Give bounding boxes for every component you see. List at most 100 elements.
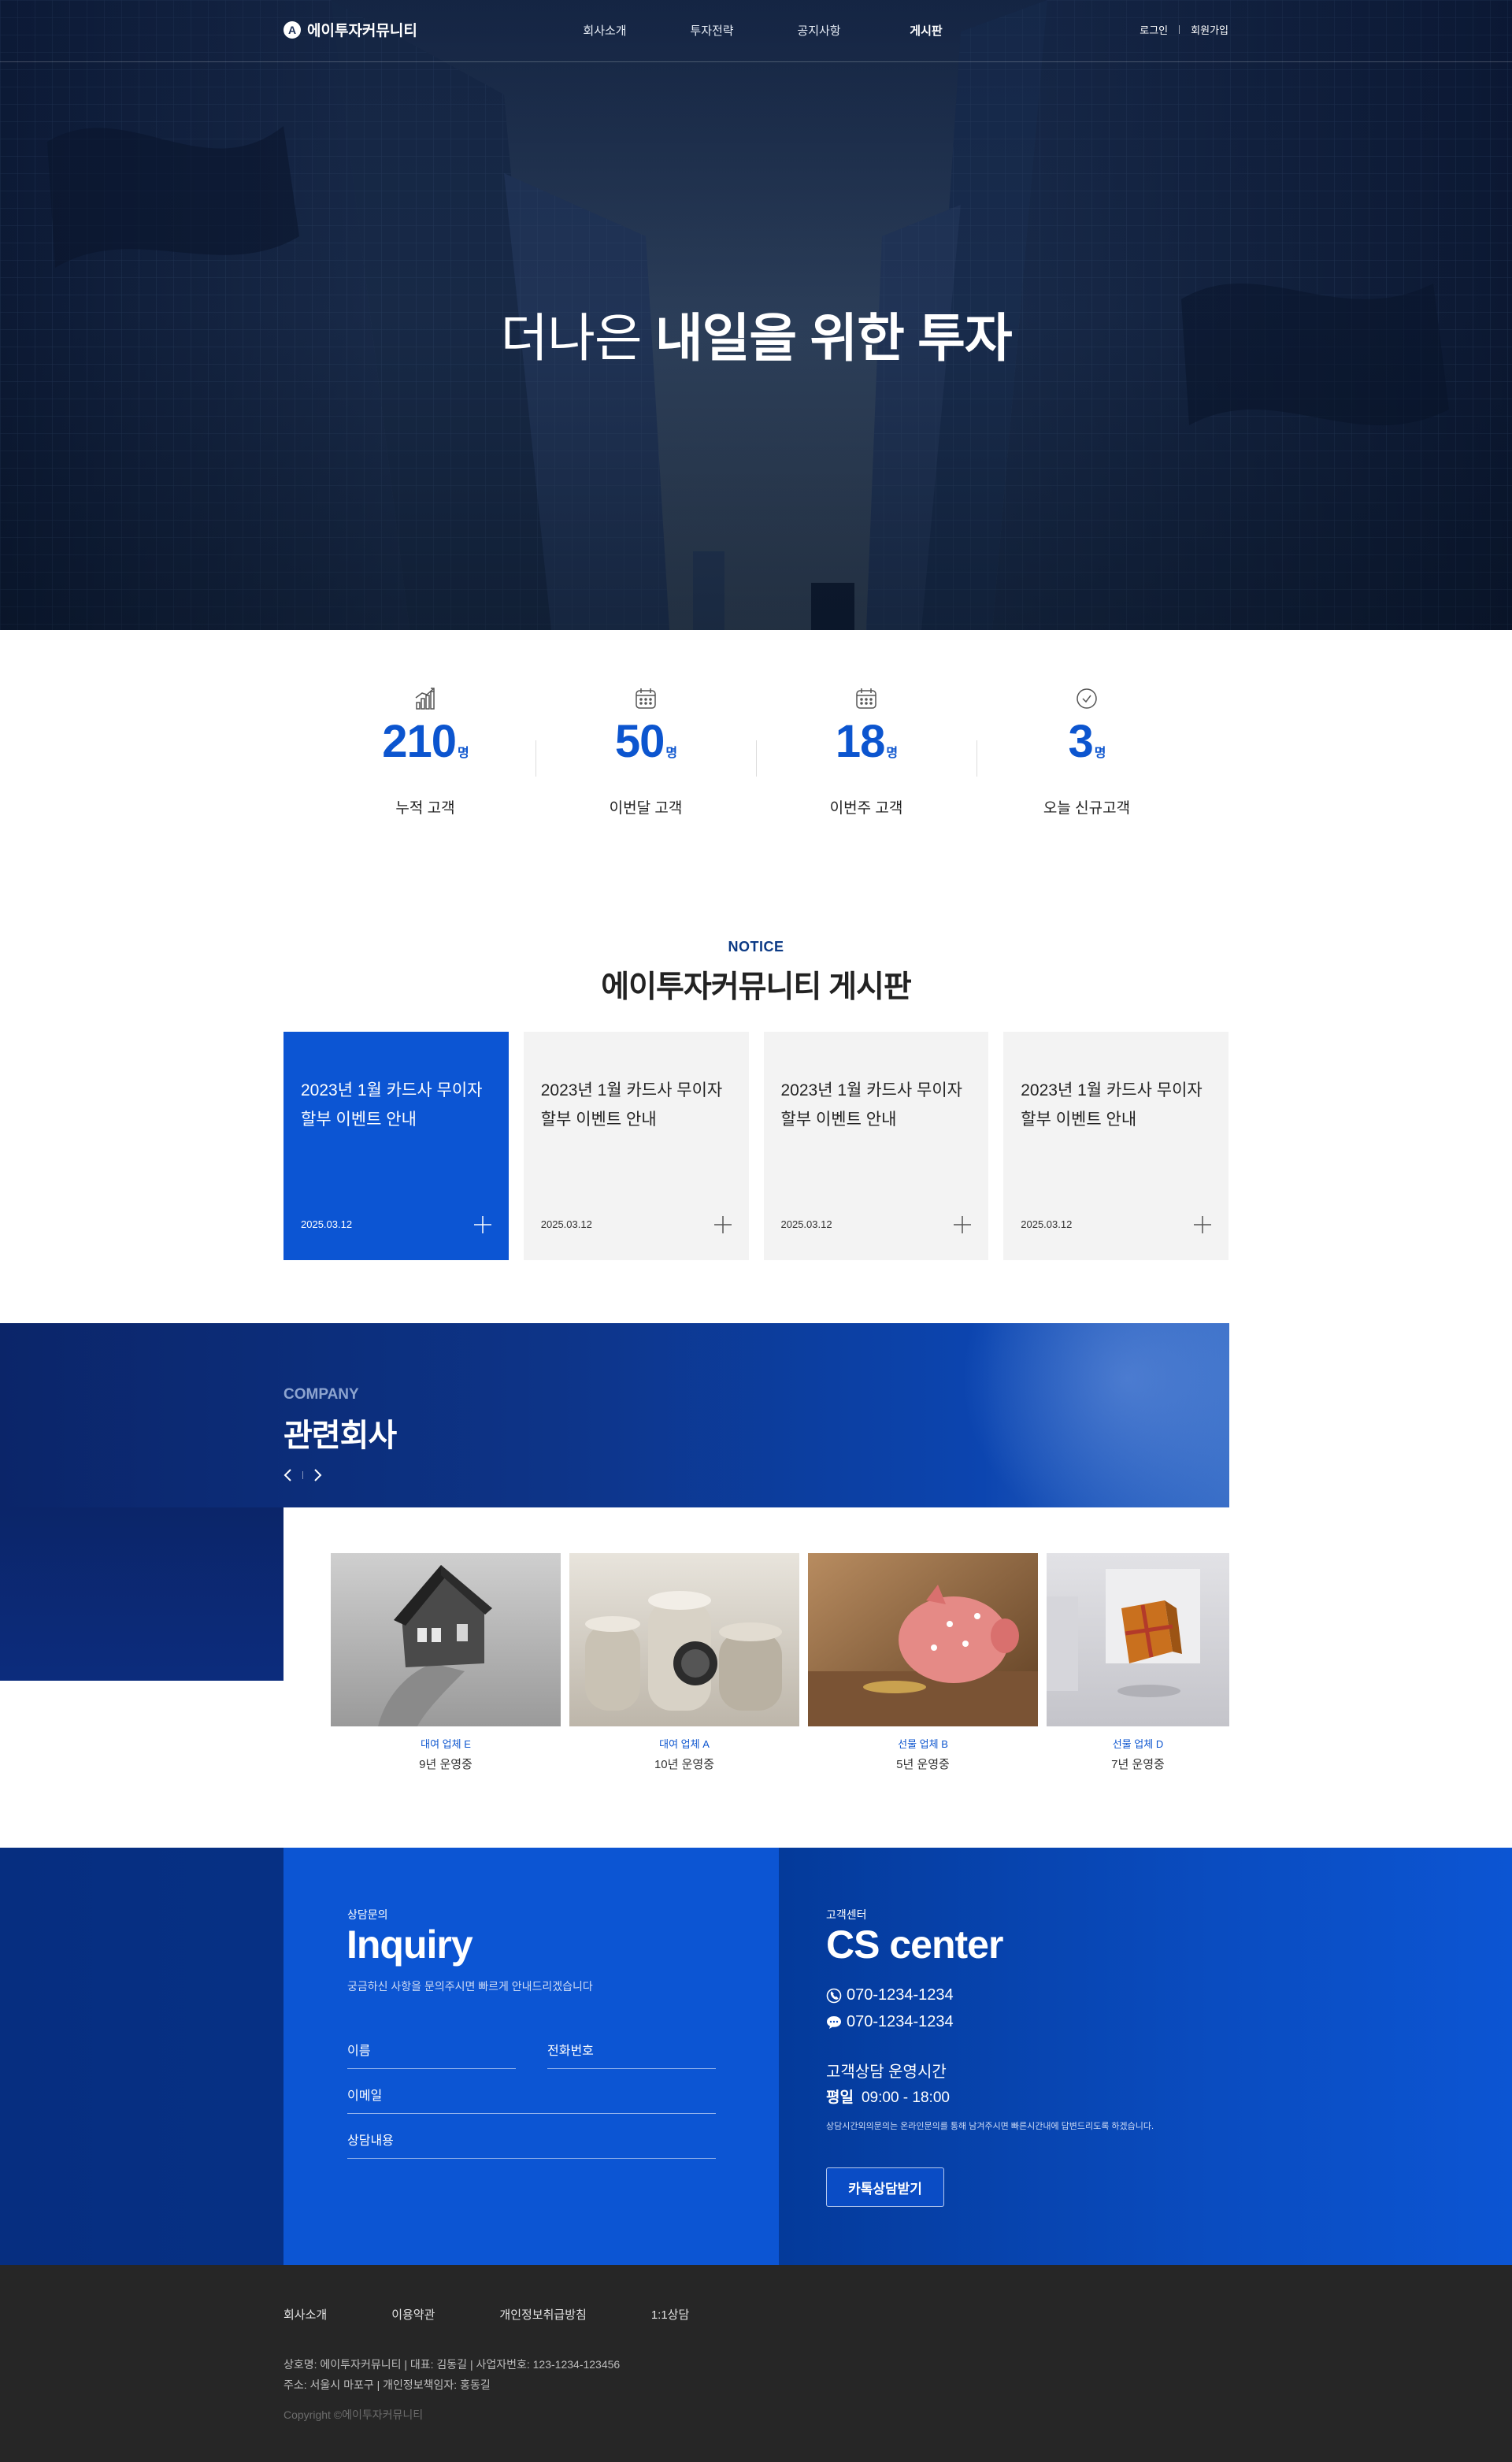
cs-hours-title: 고객상담 운영시간 <box>826 2063 947 2081</box>
partner-type: 대여 업체 E <box>421 1738 471 1750</box>
notice-card-title: 2023년 1월 카드사 무이자 할부 이벤트 안내 <box>1021 1081 1203 1129</box>
plus-icon[interactable] <box>473 1216 491 1233</box>
chat-bubble-icon <box>827 2015 841 2029</box>
nav-item-notice[interactable]: 공지사항 <box>765 22 873 39</box>
partner-card[interactable]: 선물 업체 B 5년 운영중 <box>808 1553 1038 1772</box>
partner-card[interactable]: 대여 업체 E 9년 운영중 <box>331 1553 561 1772</box>
notice-card-date: 2025.03.12 <box>540 1218 592 1230</box>
stat-label: 이번주 고객 <box>829 800 903 817</box>
company-side-block <box>0 1507 284 1681</box>
notice-card-list: 2023년 1월 카드사 무이자 할부 이벤트 안내 2025.03.12 202… <box>284 1032 1228 1260</box>
footer-link-about[interactable]: 회사소개 <box>284 2306 327 2323</box>
site-logo[interactable]: A 에이투자커뮤니티 <box>284 19 417 40</box>
hero-title-bold: 내일을 위한 투자 <box>654 309 1013 367</box>
footer-link-privacy[interactable]: 개인정보취급방침 <box>499 2306 586 2323</box>
stat-total: 210 명 누적 고객 <box>315 685 536 827</box>
notice-card[interactable]: 2023년 1월 카드사 무이자 할부 이벤트 안내 2025.03.12 <box>1003 1032 1228 1260</box>
inquiry-form: 상담문의 Inquiry 궁금하신 사항을 문의주시면 빠르게 안내드리겠습니다… <box>284 1848 779 2265</box>
partner-type: 선물 업체 D <box>1112 1738 1164 1750</box>
inquiry-eyebrow: 상담문의 <box>347 1908 388 1921</box>
notice-card[interactable]: 2023년 1월 카드사 무이자 할부 이벤트 안내 2025.03.12 <box>763 1032 989 1260</box>
stat-today: 3명 오늘 신규고객 <box>976 685 1197 827</box>
partner-type: 대여 업체 A <box>659 1738 710 1750</box>
notice-card-date: 2025.03.12 <box>1021 1218 1073 1230</box>
company-title: 관련회사 <box>284 1418 397 1453</box>
partner-years: 9년 운영중 <box>419 1758 472 1771</box>
message-field[interactable]: 상담내용 <box>347 2130 716 2159</box>
cs-title: CS center <box>826 1923 1003 1967</box>
kakao-consult-button[interactable]: 카톡상담받기 <box>826 2167 944 2207</box>
phone-field[interactable]: 전화번호 <box>547 2040 716 2069</box>
stat-label: 오늘 신규고객 <box>1043 800 1131 817</box>
logo-text: 에이투자커뮤니티 <box>307 23 417 39</box>
partner-list: 대여 업체 E 9년 운영중 대여 업체 A 10년 운영중 선물 업체 B 5… <box>331 1553 1229 1771</box>
plus-icon[interactable] <box>954 1216 972 1233</box>
house-image <box>331 1553 561 1726</box>
phone-icon <box>826 1988 842 2003</box>
footer-company-info: 상호명: 에이투자커뮤니티 | 대표: 김동길 | 사업자번호: 123-123… <box>284 2358 621 2371</box>
calendar-icon <box>756 685 976 710</box>
cs-chat[interactable]: 070-1234-1234 <box>826 2013 954 2031</box>
footer: 회사소개 이용약관 개인정보취급방침 1:1상담 상호명: 에이투자커뮤니티 |… <box>0 2265 1512 2462</box>
stat-month: 50 명 이번달 고객 <box>536 685 756 827</box>
bar-chart-icon <box>315 685 536 710</box>
company-eyebrow: COMPANY <box>284 1386 359 1403</box>
util-menu: 로그인 회원가입 <box>1140 22 1228 37</box>
hero-section: A 에이투자커뮤니티 회사소개 투자전략 공지사항 게시판 로그인 회원가입 더… <box>0 0 1512 630</box>
hero-title-light: 더나은 <box>500 309 642 367</box>
plus-icon[interactable] <box>713 1216 732 1233</box>
login-link[interactable]: 로그인 <box>1140 22 1168 37</box>
name-field[interactable]: 이름 <box>347 2040 516 2069</box>
join-link[interactable]: 회원가입 <box>1191 22 1228 37</box>
hero-title: 더나은 내일을 위한 투자 <box>0 296 1512 372</box>
stat-value: 50 명 <box>614 716 677 767</box>
stat-week: 18 명 이번주 고객 <box>756 685 976 827</box>
notice-card-date: 2025.03.12 <box>780 1218 832 1230</box>
partner-card[interactable]: 선물 업체 D 7년 운영중 <box>1047 1553 1229 1772</box>
stat-value: 3명 <box>1068 716 1106 767</box>
calendar-icon <box>536 685 756 710</box>
footer-link-terms[interactable]: 이용약관 <box>391 2306 435 2323</box>
clock-icon <box>976 685 1197 710</box>
cs-phone[interactable]: 070-1234-1234 <box>826 1986 954 2004</box>
company-banner <box>0 1323 1229 1507</box>
slider-divider <box>302 1471 303 1479</box>
inquiry-description: 궁금하신 사항을 문의주시면 빠르게 안내드리겠습니다 <box>347 1980 593 1993</box>
stat-label: 이번달 고객 <box>609 800 683 817</box>
plus-icon[interactable] <box>1194 1216 1211 1233</box>
notice-card-title: 2023년 1월 카드사 무이자 할부 이벤트 안내 <box>301 1081 483 1129</box>
stat-value: 210 명 <box>382 716 469 767</box>
nav-item-board[interactable]: 게시판 <box>873 22 980 39</box>
notice-card-date: 2025.03.12 <box>301 1218 353 1230</box>
nav-item-strategy[interactable]: 투자전략 <box>658 22 765 39</box>
notice-card-title: 2023년 1월 카드사 무이자 할부 이벤트 안내 <box>540 1081 723 1129</box>
stat-value: 18 명 <box>835 716 898 767</box>
logo-mark-icon: A <box>284 20 301 39</box>
chevron-right-icon[interactable] <box>311 1468 324 1482</box>
cs-eyebrow: 고객센터 <box>826 1908 867 1921</box>
header-divider <box>0 61 1512 62</box>
partner-years: 10년 운영중 <box>654 1758 715 1771</box>
partner-card[interactable]: 대여 업체 A 10년 운영중 <box>569 1553 799 1772</box>
coins-image <box>569 1553 799 1726</box>
notice-eyebrow: NOTICE <box>728 939 784 955</box>
notice-card-title: 2023년 1월 카드사 무이자 할부 이벤트 안내 <box>780 1081 962 1129</box>
nav-item-about[interactable]: 회사소개 <box>551 22 658 39</box>
email-field[interactable]: 이메일 <box>347 2085 716 2114</box>
notice-title: 에이투자커뮤니티 게시판 <box>601 970 912 1004</box>
notice-card[interactable]: 2023년 1월 카드사 무이자 할부 이벤트 안내 2025.03.12 <box>523 1032 749 1260</box>
partner-years: 5년 운영중 <box>896 1758 950 1771</box>
partner-type: 선물 업체 B <box>898 1738 948 1750</box>
chevron-left-icon[interactable] <box>282 1468 295 1482</box>
main-nav: 회사소개 투자전략 공지사항 게시판 <box>551 22 980 39</box>
util-divider <box>1179 25 1180 34</box>
notice-card[interactable]: 2023년 1월 카드사 무이자 할부 이벤트 안내 2025.03.12 <box>284 1032 509 1260</box>
inquiry-title: Inquiry <box>346 1923 473 1967</box>
footer-link-consult[interactable]: 1:1상담 <box>651 2306 689 2323</box>
footer-copyright: Copyright ©에이투자커뮤니티 <box>284 2408 424 2421</box>
cs-center: 고객센터 CS center 070-1234-1234 070-1234-12… <box>779 1848 1512 2265</box>
cs-hours: 평일 09:00 - 18:00 <box>826 2089 950 2106</box>
gift-box-image <box>1047 1553 1229 1726</box>
footer-address-info: 주소: 서울시 마포구 | 개인정보책임자: 홍동길 <box>284 2379 491 2391</box>
cs-note: 상담시간외의문의는 온라인문의를 통해 남겨주시면 빠른시간내에 답변드리도록 … <box>826 2122 1154 2131</box>
